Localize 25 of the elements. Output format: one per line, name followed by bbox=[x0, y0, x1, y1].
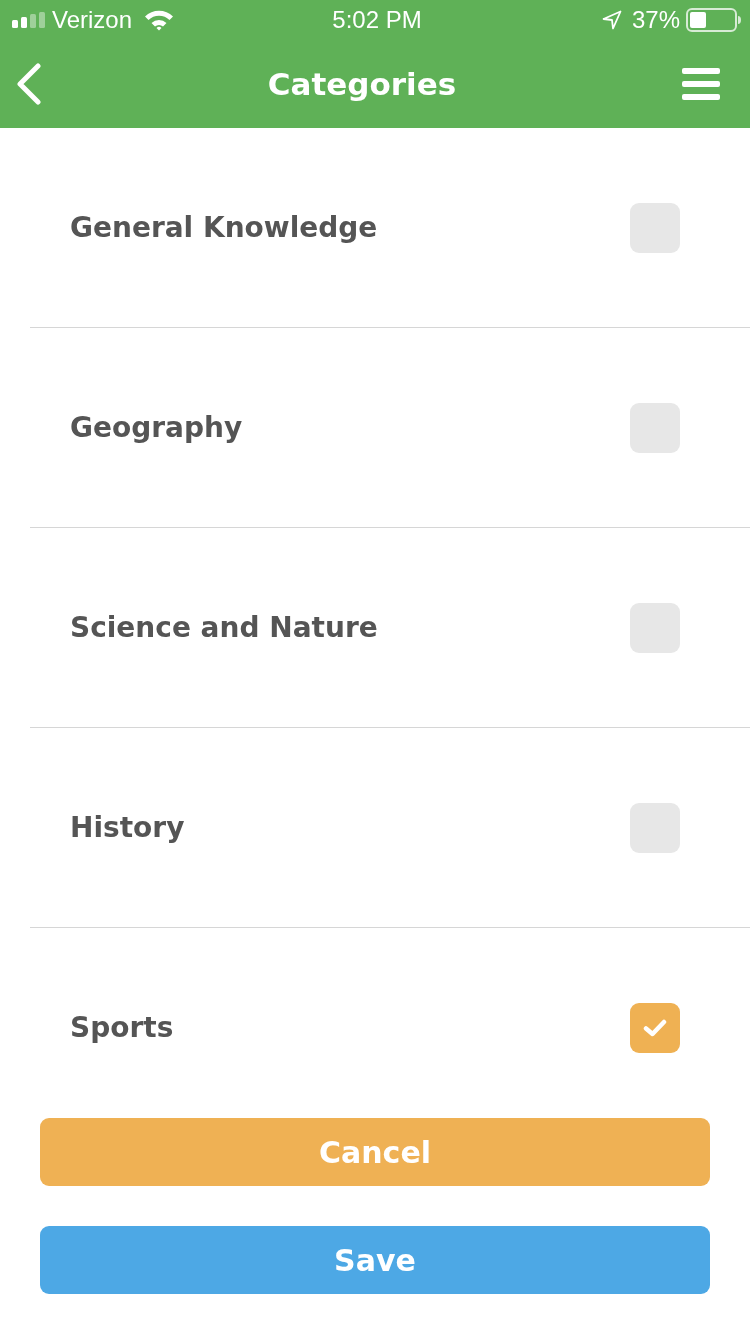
category-label: Geography bbox=[70, 409, 243, 446]
category-label: Sports bbox=[70, 1009, 174, 1046]
menu-icon bbox=[682, 68, 720, 100]
carrier-name: Verizon bbox=[52, 6, 133, 34]
category-label: History bbox=[70, 809, 185, 846]
menu-button[interactable] bbox=[682, 68, 720, 100]
signal-strength-icon bbox=[12, 12, 46, 28]
location-arrow-icon bbox=[601, 10, 622, 30]
check-icon bbox=[643, 1018, 667, 1037]
chevron-left-icon bbox=[16, 63, 42, 105]
cancel-button[interactable]: Cancel bbox=[40, 1118, 710, 1186]
category-checkbox[interactable] bbox=[630, 202, 680, 253]
battery-percentage: 37% bbox=[631, 6, 680, 34]
battery-icon bbox=[686, 8, 742, 32]
category-checkbox[interactable] bbox=[630, 402, 680, 453]
wifi-icon bbox=[144, 9, 175, 31]
back-button[interactable] bbox=[16, 63, 42, 105]
save-button[interactable]: Save bbox=[40, 1226, 710, 1294]
category-checkbox[interactable] bbox=[630, 602, 680, 653]
category-label: Science and Nature bbox=[70, 609, 378, 646]
screen-title: Categories bbox=[267, 65, 457, 104]
category-checkbox[interactable] bbox=[630, 1002, 680, 1053]
category-checkbox[interactable] bbox=[630, 802, 680, 853]
status-time: 5:02 PM bbox=[332, 6, 422, 34]
category-label: General Knowledge bbox=[70, 209, 378, 246]
